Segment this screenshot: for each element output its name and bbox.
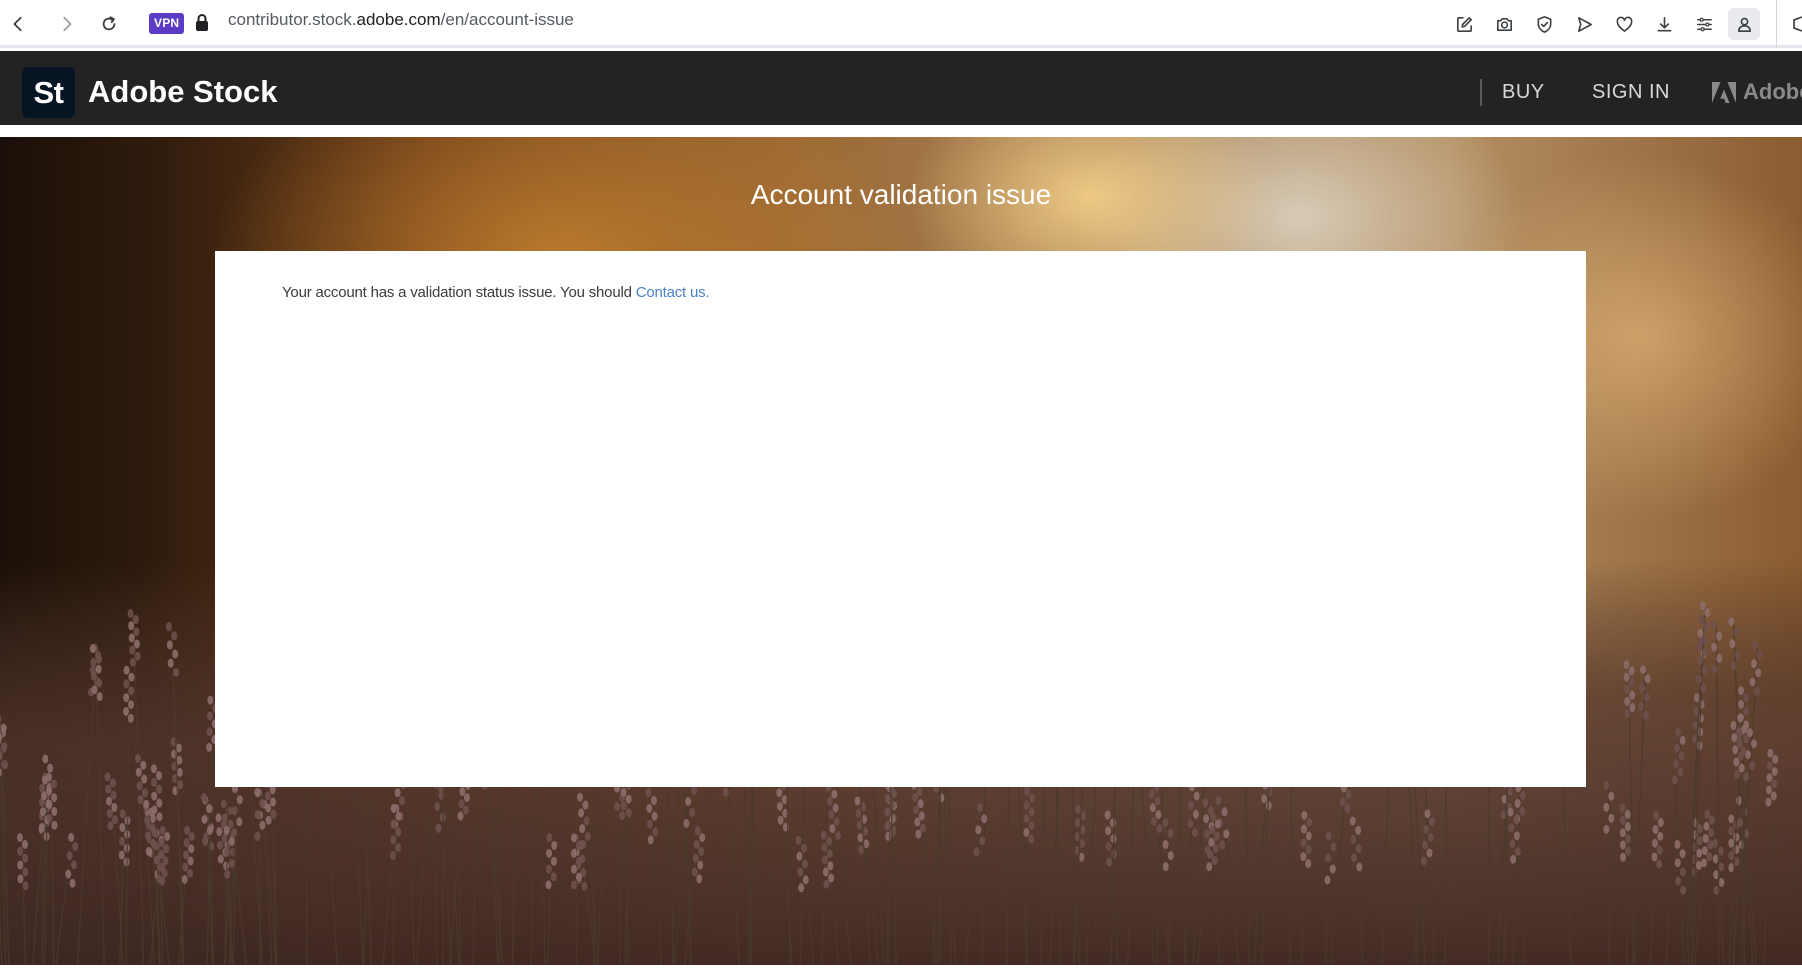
extension-hex-icon	[1793, 16, 1802, 32]
back-button[interactable]	[2, 8, 34, 40]
send-button[interactable]	[1568, 8, 1600, 40]
url-path: /en/account-issue	[440, 10, 574, 29]
back-arrow-icon	[13, 16, 22, 32]
buy-link[interactable]: BUY	[1502, 75, 1545, 109]
reload-icon	[102, 16, 116, 31]
downloads-button[interactable]	[1648, 8, 1680, 40]
browser-toolbar: VPN contributor.stock.adobe.com/en/accou…	[0, 0, 1802, 48]
shield-button[interactable]	[1528, 8, 1560, 40]
site-header: St Adobe Stock BUY SIGN IN Adobe	[0, 51, 1802, 131]
content-card: Your account has a validation status iss…	[215, 251, 1586, 787]
lock-icon[interactable]	[194, 13, 210, 33]
vpn-badge[interactable]: VPN	[149, 13, 185, 34]
browser-toolbar-icons	[1448, 8, 1760, 40]
user-icon	[1737, 17, 1751, 32]
heart-icon	[1616, 16, 1632, 32]
contact-us-link[interactable]: Contact us.	[636, 284, 710, 301]
screenshot-button[interactable]	[1488, 8, 1520, 40]
profile-button[interactable]	[1728, 8, 1760, 40]
adobe-stock-logo[interactable]: St	[22, 67, 75, 118]
page-title: Account validation issue	[750, 179, 1052, 210]
adobe-logo-icon	[1712, 81, 1736, 103]
brand-name[interactable]: Adobe Stock	[88, 73, 277, 111]
address-bar[interactable]: contributor.stock.adobe.com/en/account-i…	[228, 10, 574, 38]
message-text: Your account has a validation status iss…	[282, 284, 636, 301]
adobe-label: Adobe	[1743, 79, 1802, 104]
download-icon	[1657, 16, 1671, 31]
forward-arrow-icon	[63, 16, 72, 32]
shield-icon	[1537, 15, 1551, 33]
send-icon	[1577, 16, 1592, 32]
validation-message: Your account has a validation status iss…	[282, 283, 710, 303]
url-domain: adobe.com	[356, 10, 441, 29]
sidebar-toggle-button[interactable]	[1776, 0, 1802, 48]
adobe-link[interactable]: Adobe	[1712, 75, 1802, 109]
hero-background: Account validation issue Your account ha…	[0, 137, 1802, 965]
header-divider	[1480, 79, 1482, 106]
edit-page-button[interactable]	[1448, 8, 1480, 40]
reload-button[interactable]	[93, 8, 125, 40]
edit-icon	[1456, 16, 1472, 32]
menu-lines-icon	[1696, 17, 1712, 31]
camera-icon	[1496, 17, 1512, 31]
forward-button[interactable]	[51, 8, 83, 40]
url-prefix: contributor.stock.	[228, 10, 357, 29]
favorites-button[interactable]	[1608, 8, 1640, 40]
settings-menu-button[interactable]	[1688, 8, 1720, 40]
sign-in-link[interactable]: SIGN IN	[1592, 75, 1670, 109]
